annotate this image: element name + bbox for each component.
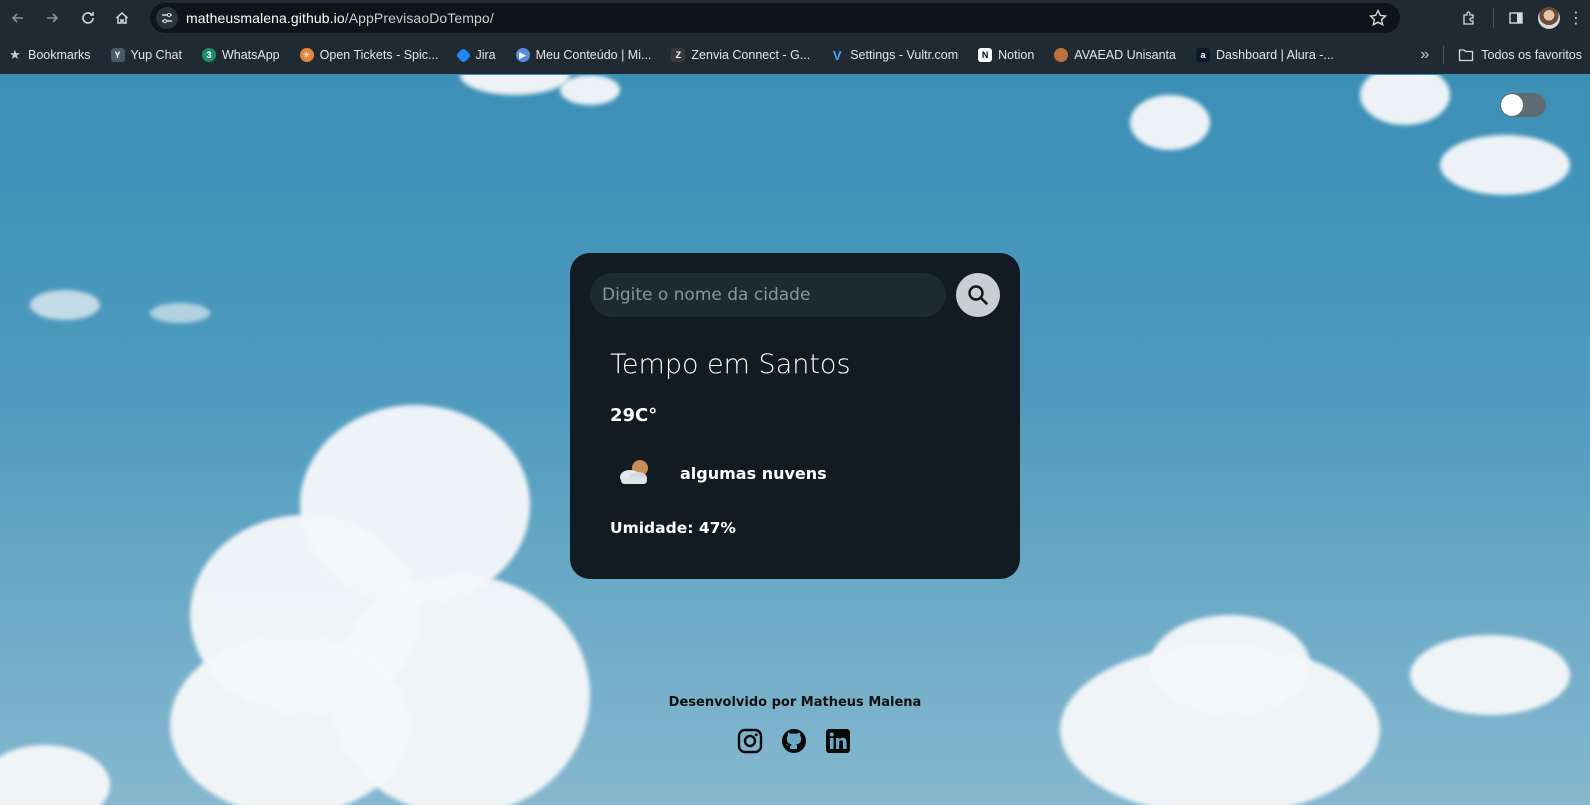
tickets-icon: ✳	[299, 48, 314, 62]
cloud-decoration	[1360, 75, 1450, 125]
reload-button[interactable]	[74, 4, 102, 32]
puzzle-icon	[1463, 11, 1474, 25]
cloud-decoration	[1130, 95, 1210, 150]
star-icon: ★	[9, 47, 21, 62]
profile-avatar[interactable]	[1538, 7, 1560, 29]
humidity-row: Umidade: 47%	[610, 519, 736, 537]
bookmark-item[interactable]: ▶ Meu Conteúdo | Mi...	[515, 48, 652, 62]
bookmark-label: Zenvia Connect - G...	[691, 48, 811, 62]
avaead-icon	[1054, 48, 1069, 62]
notion-icon: N	[978, 48, 993, 62]
address-bar[interactable]: matheusmalena.github.io/AppPrevisaoDoTem…	[150, 3, 1400, 33]
zenvia-icon: Z	[671, 48, 686, 62]
bookmark-label: Meu Conteúdo | Mi...	[535, 48, 652, 62]
few-clouds-icon	[620, 460, 648, 484]
all-bookmarks-label: Todos os favoritos	[1481, 48, 1582, 62]
home-icon	[115, 11, 129, 24]
bookmark-label: Jira	[475, 48, 496, 62]
cloud-decoration	[30, 290, 100, 320]
yup-chat-icon: Y	[110, 48, 125, 62]
site-info-button[interactable]	[156, 7, 178, 29]
bookmark-item[interactable]: ✳ Open Tickets - Spic...	[299, 48, 439, 62]
weather-description: algumas nuvens	[680, 464, 827, 483]
humidity-label: Umidade:	[610, 519, 699, 537]
bookmark-item[interactable]: 3 WhatsApp	[201, 48, 280, 62]
url-host: matheusmalena.github.io	[186, 10, 345, 26]
instagram-link[interactable]	[736, 727, 764, 755]
toolbar-divider	[1493, 8, 1494, 28]
cloud-decoration	[1440, 135, 1570, 195]
extensions-button[interactable]	[1455, 4, 1483, 32]
search-button[interactable]	[956, 273, 1000, 317]
cloud-decoration	[460, 75, 570, 95]
url-text[interactable]: matheusmalena.github.io/AppPrevisaoDoTem…	[186, 10, 494, 26]
weather-card: Tempo em Santos 29C° algumas nuvens Umid…	[570, 253, 1020, 579]
bookmark-label: Yup Chat	[130, 48, 182, 62]
bookmark-label: AVAEAD Unisanta	[1074, 48, 1176, 62]
instagram-icon	[737, 728, 763, 754]
arrow-right-icon	[47, 13, 59, 23]
reload-icon	[82, 12, 94, 24]
github-link[interactable]	[780, 727, 808, 755]
search-icon	[968, 285, 988, 305]
city-search-input[interactable]	[590, 273, 946, 317]
bookmark-label: WhatsApp	[221, 48, 280, 62]
humidity-value: 47%	[698, 519, 736, 537]
browser-toolbar: matheusmalena.github.io/AppPrevisaoDoTem…	[0, 0, 1590, 36]
bookmarks-divider	[1443, 46, 1445, 64]
city-title: Tempo em Santos	[610, 349, 851, 380]
bookmark-label: Open Tickets - Spic...	[319, 48, 439, 62]
side-panel-icon	[1509, 12, 1523, 24]
github-icon	[782, 729, 806, 753]
footer-credit: Desenvolvido por Matheus Malena	[668, 695, 922, 710]
menu-kebab-icon[interactable]: ⋮	[1568, 8, 1584, 28]
social-links	[736, 727, 868, 755]
all-bookmarks-button[interactable]: Todos os favoritos	[1458, 48, 1582, 62]
bookmarks-bar: ★ Bookmarks Y Yup Chat 3 WhatsApp ✳ Open Tic…	[0, 36, 1590, 74]
bookmark-star-button[interactable]	[1368, 8, 1388, 28]
back-button[interactable]	[4, 4, 32, 32]
alura-icon: a	[1195, 48, 1210, 62]
star-outline-icon	[1368, 8, 1388, 27]
bookmark-item[interactable]: AVAEAD Unisanta	[1054, 48, 1176, 62]
whatsapp-icon: 3	[201, 48, 216, 62]
folder-icon	[1459, 49, 1474, 62]
bookmark-label: Notion	[998, 48, 1035, 62]
theme-toggle[interactable]	[1500, 93, 1546, 117]
cloud-decoration	[0, 745, 110, 805]
bookmarks-overflow-button[interactable]: »	[1420, 46, 1429, 64]
weather-app-page: Tempo em Santos 29C° algumas nuvens Umid…	[0, 75, 1590, 805]
cloud-decoration	[150, 303, 210, 323]
bookmark-item[interactable]: Jira	[456, 47, 496, 63]
bookmark-label: Dashboard | Alura -...	[1215, 48, 1334, 62]
bookmark-item[interactable]: Z Zenvia Connect - G...	[671, 48, 810, 62]
vultr-icon: V	[832, 47, 842, 63]
toolbar-right: ⋮	[1447, 0, 1590, 36]
temperature-value: 29C°	[610, 405, 658, 426]
cloud-decoration	[560, 75, 620, 105]
jira-icon	[456, 47, 472, 63]
side-panel-button[interactable]	[1502, 4, 1530, 32]
cloud-decoration	[170, 635, 410, 805]
bookmarks-right: » Todos os favoritos	[1420, 36, 1582, 74]
tune-icon	[162, 12, 172, 24]
forward-button[interactable]	[38, 4, 66, 32]
url-path: /AppPrevisaoDoTempo/	[344, 10, 494, 26]
linkedin-icon	[826, 729, 850, 753]
toggle-knob	[1501, 94, 1523, 116]
linkedin-link[interactable]	[824, 727, 852, 755]
bookmark-item[interactable]: ★ Bookmarks	[8, 47, 91, 62]
bookmark-item[interactable]: V Settings - Vultr.com	[830, 47, 959, 63]
bookmark-item[interactable]: a Dashboard | Alura -...	[1195, 48, 1334, 62]
bookmark-label: Bookmarks	[28, 48, 91, 62]
bookmark-item[interactable]: Y Yup Chat	[110, 48, 182, 62]
play-icon: ▶	[515, 48, 530, 62]
bookmark-item[interactable]: N Notion	[978, 48, 1034, 62]
bookmark-label: Settings - Vultr.com	[850, 48, 959, 62]
home-button[interactable]	[108, 4, 136, 32]
arrow-left-icon	[11, 13, 23, 23]
